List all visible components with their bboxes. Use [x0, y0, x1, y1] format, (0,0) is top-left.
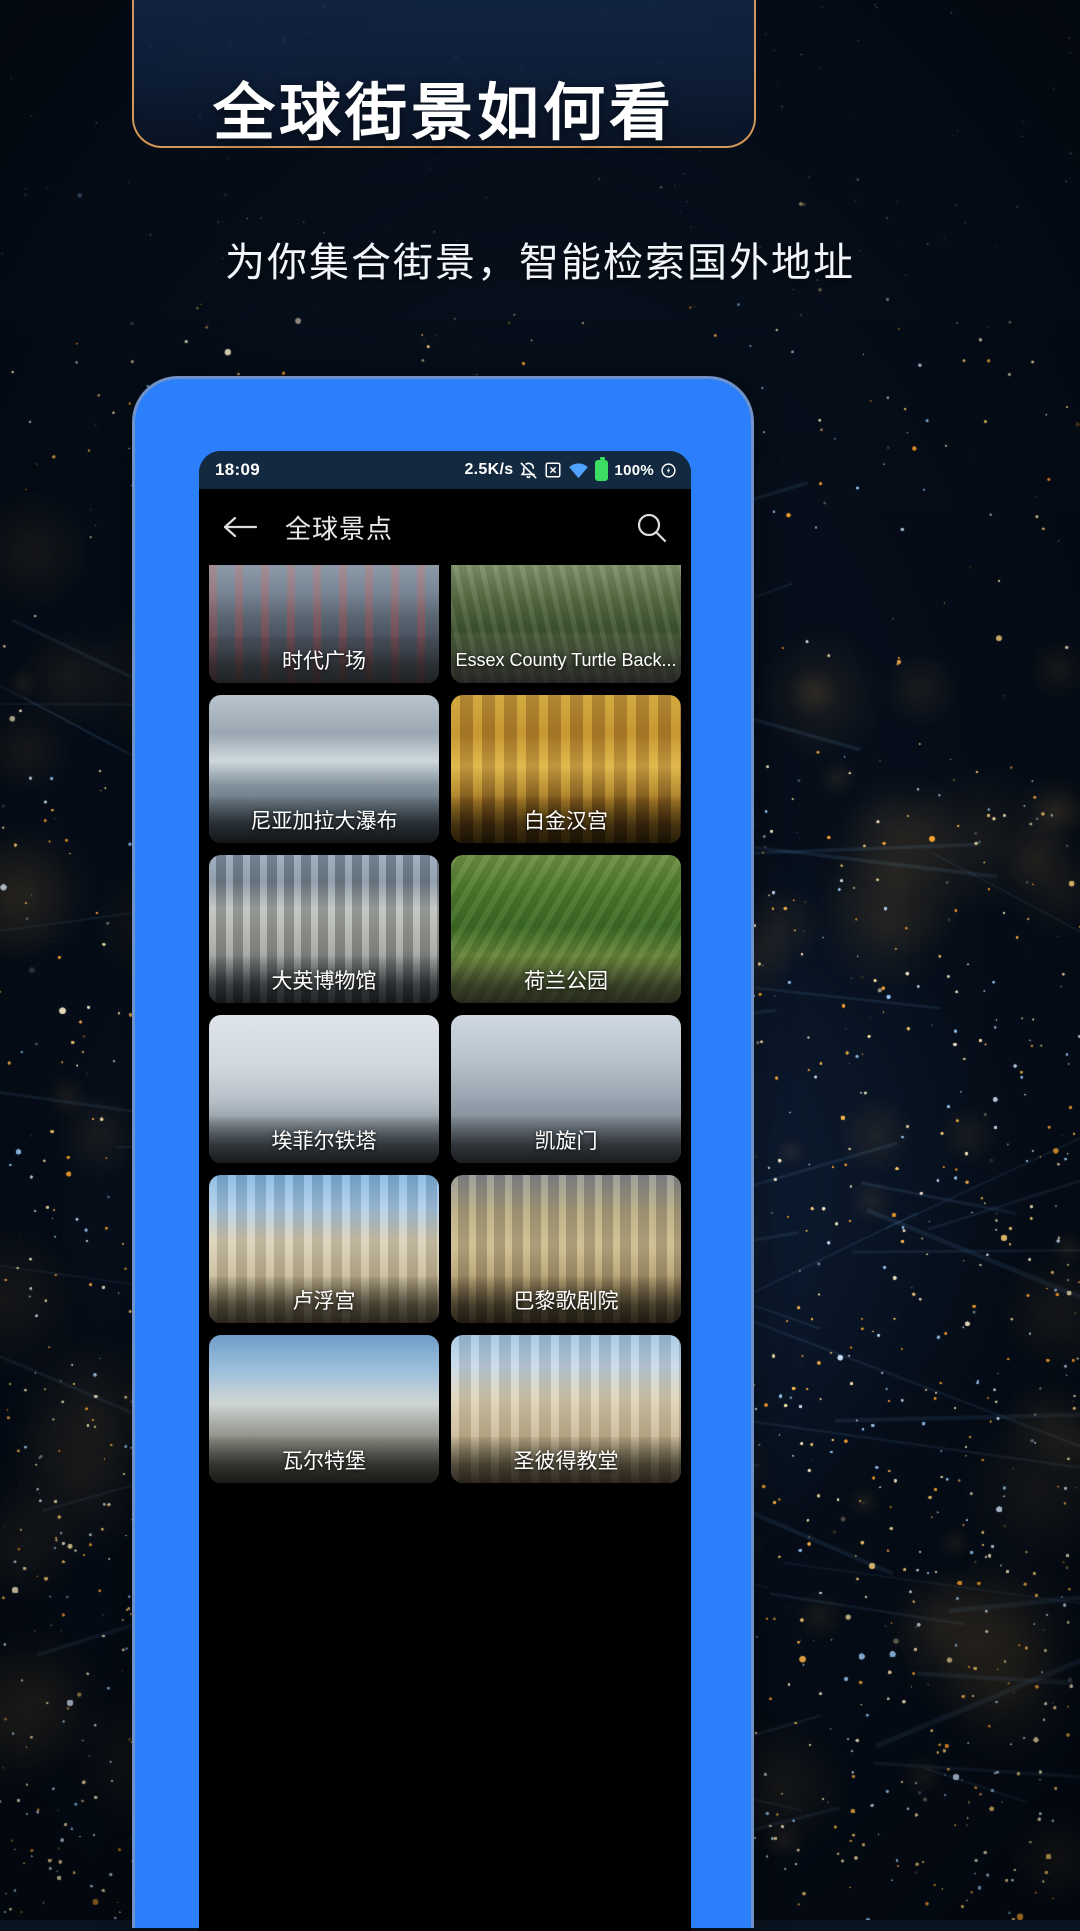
- attraction-card[interactable]: 圣彼得教堂: [451, 1335, 681, 1483]
- network-speed: 2.5K/s: [464, 461, 514, 478]
- attraction-label: 凯旋门: [451, 1117, 681, 1163]
- page-title: 全球街景如何看: [212, 79, 675, 148]
- attraction-card[interactable]: 巴黎歌剧院: [451, 1175, 681, 1323]
- charging-icon: [660, 462, 677, 479]
- battery-icon: [595, 456, 609, 481]
- phone-mockup: 18:09 2.5K/s 100% 全球景点 时代广场 Essex County…: [132, 376, 754, 1931]
- search-icon[interactable]: [633, 509, 669, 545]
- attraction-label: 圣彼得教堂: [451, 1437, 681, 1483]
- phone-screen: 18:09 2.5K/s 100% 全球景点 时代广场 Essex County…: [199, 451, 691, 1931]
- attraction-card[interactable]: 卢浮宫: [209, 1175, 439, 1323]
- attraction-card[interactable]: 埃菲尔铁塔: [209, 1015, 439, 1163]
- attraction-card[interactable]: 大英博物馆: [209, 855, 439, 1003]
- attraction-card[interactable]: 瓦尔特堡: [209, 1335, 439, 1483]
- page-subtitle: 为你集合街景，智能检索国外地址: [225, 241, 855, 285]
- attraction-card[interactable]: 尼亚加拉大瀑布: [209, 695, 439, 843]
- attraction-card[interactable]: Essex County Turtle Back...: [451, 565, 681, 683]
- status-bar: 18:09 2.5K/s 100%: [199, 451, 691, 489]
- attraction-label: 卢浮宫: [209, 1277, 439, 1323]
- attraction-label: 大英博物馆: [209, 957, 439, 1003]
- attraction-label: Essex County Turtle Back...: [451, 637, 681, 683]
- attraction-card[interactable]: 时代广场: [209, 565, 439, 683]
- back-arrow-icon[interactable]: [221, 507, 261, 547]
- bell-off-icon: [519, 461, 538, 480]
- attraction-label: 瓦尔特堡: [209, 1437, 439, 1483]
- attraction-label: 埃菲尔铁塔: [209, 1117, 439, 1163]
- attraction-label: 白金汉宫: [451, 797, 681, 843]
- attractions-grid: 时代广场 Essex County Turtle Back... 尼亚加拉大瀑布 白金…: [199, 565, 691, 1493]
- wifi-icon: [568, 462, 589, 479]
- attraction-card[interactable]: 荷兰公园: [451, 855, 681, 1003]
- battery-percentage: 100%: [614, 461, 654, 479]
- attraction-label: 荷兰公园: [451, 957, 681, 1003]
- attraction-card[interactable]: 凯旋门: [451, 1015, 681, 1163]
- attraction-label: 时代广场: [209, 637, 439, 683]
- attraction-card[interactable]: 白金汉宫: [451, 695, 681, 843]
- app-bar-title: 全球景点: [285, 513, 394, 544]
- attraction-label: 尼亚加拉大瀑布: [209, 797, 439, 843]
- attraction-label: 巴黎歌剧院: [451, 1277, 681, 1323]
- app-bar: 全球景点: [199, 489, 691, 565]
- x-box-icon: [544, 461, 562, 479]
- status-time: 18:09: [215, 460, 260, 479]
